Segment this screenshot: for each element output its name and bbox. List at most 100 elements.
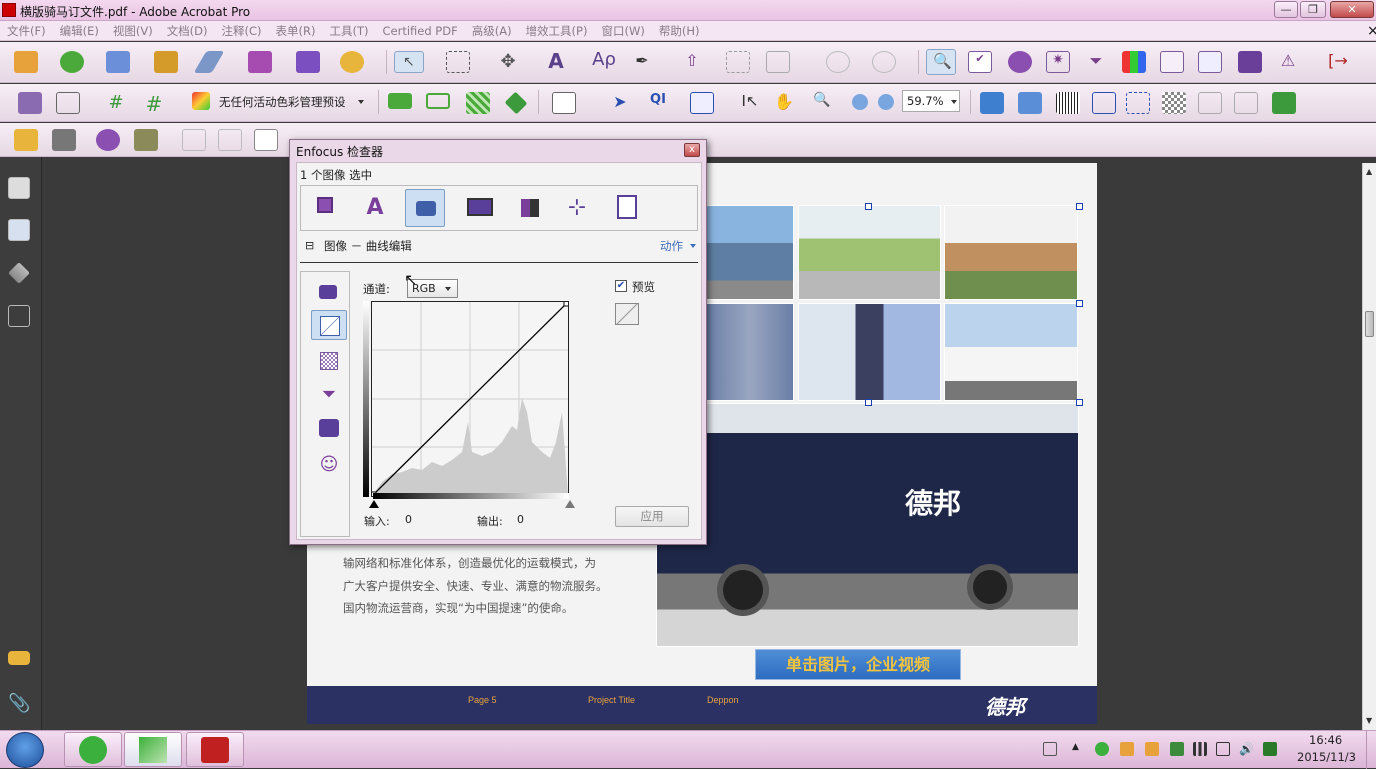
comment-icon[interactable]	[340, 51, 364, 73]
color-separation-icon[interactable]	[1122, 51, 1146, 73]
exit-icon[interactable]: [→	[1326, 51, 1350, 73]
menu-comments[interactable]: 注释(C)	[215, 21, 269, 41]
selection-handle[interactable]	[865, 203, 872, 210]
reset-curve-icon[interactable]	[615, 303, 639, 325]
zoom-chevron-icon[interactable]	[951, 100, 957, 104]
halftone-icon[interactable]	[311, 346, 347, 376]
mask-icon[interactable]: ☺	[311, 450, 347, 480]
print-icon[interactable]	[52, 129, 76, 151]
video-link-button[interactable]: 单击图片，企业视频	[755, 649, 961, 680]
tray-app-icon[interactable]	[1095, 742, 1109, 756]
pages-icon[interactable]	[8, 177, 30, 199]
tab-display-icon[interactable]	[459, 189, 499, 227]
layers-icon[interactable]	[504, 91, 528, 115]
layers-panel-icon[interactable]	[8, 262, 30, 284]
export-image-icon[interactable]	[1272, 92, 1296, 114]
selection-handle[interactable]	[1076, 399, 1083, 406]
signal-icon[interactable]	[1193, 742, 1207, 756]
pin-icon[interactable]: ⇧	[680, 51, 704, 73]
selection-handle[interactable]	[865, 399, 872, 406]
email-icon[interactable]	[254, 129, 278, 151]
share-icon[interactable]	[96, 129, 120, 151]
menu-certified-pdf[interactable]: Certified PDF	[376, 22, 465, 40]
black-point-slider[interactable]	[369, 500, 379, 508]
crop-icon[interactable]	[726, 51, 750, 73]
photo-trucks-fleet[interactable]	[944, 303, 1078, 401]
photo-call-center[interactable]	[798, 303, 941, 401]
start-button[interactable]	[6, 732, 44, 768]
undo-icon[interactable]	[826, 51, 850, 73]
menu-plugins[interactable]: 增效工具(P)	[519, 21, 595, 41]
volume-icon[interactable]: 🔊	[1239, 742, 1254, 756]
marquee-select-icon[interactable]	[446, 51, 470, 73]
grid-icon[interactable]: #	[142, 92, 166, 116]
comments-panel-icon[interactable]	[8, 651, 30, 665]
settings-gear-icon[interactable]: ✷	[1046, 51, 1070, 73]
action-chevron-icon[interactable]	[690, 244, 696, 248]
photo-truck[interactable]: 德邦	[656, 403, 1079, 647]
pointer-icon[interactable]: ➤	[608, 92, 632, 114]
edit-form-icon[interactable]	[690, 92, 714, 114]
bookmarks-icon[interactable]	[8, 219, 30, 241]
zoom-in-icon[interactable]	[878, 94, 894, 110]
close-button[interactable]: ✕	[1330, 1, 1374, 18]
vertical-scrollbar[interactable]: ▲ ▼	[1362, 163, 1376, 730]
tray-app-3-icon[interactable]	[1145, 742, 1159, 756]
tab-document-icon[interactable]	[607, 189, 647, 227]
fit-frame-icon[interactable]	[1126, 92, 1150, 114]
photo-office-building[interactable]	[706, 205, 794, 300]
attach-doc-icon[interactable]	[134, 129, 158, 151]
show-desktop-button[interactable]	[1366, 731, 1376, 769]
image-filter-icon[interactable]: ⏷	[311, 380, 347, 410]
export-icon[interactable]	[106, 51, 130, 73]
dialog-close-button[interactable]: x	[684, 143, 700, 157]
envelope-icon[interactable]	[426, 93, 450, 109]
document-close-icon[interactable]: ×	[1360, 21, 1376, 41]
move-icon[interactable]: ✥	[496, 51, 520, 73]
review-icon[interactable]	[296, 51, 320, 73]
text-font-icon[interactable]: Aρ	[592, 49, 616, 71]
menu-window[interactable]: 窗口(W)	[594, 21, 651, 41]
shield-icon[interactable]	[1263, 742, 1277, 756]
pattern-icon[interactable]	[466, 92, 490, 114]
selection-handle[interactable]	[1076, 300, 1083, 307]
maximize-button[interactable]: ❐	[1300, 1, 1326, 18]
menu-view[interactable]: 视图(V)	[106, 21, 160, 41]
clock-date[interactable]: 2015/11/3	[1297, 750, 1356, 764]
open-folder-icon[interactable]	[14, 129, 38, 151]
send-icon[interactable]	[1018, 92, 1042, 114]
menu-file[interactable]: 文件(F)	[0, 21, 53, 41]
menu-edit[interactable]: 编辑(E)	[53, 21, 106, 41]
camera-icon[interactable]	[1238, 51, 1262, 73]
curve-graph[interactable]	[371, 301, 569, 497]
preview-checkbox[interactable]: ✔	[615, 280, 627, 292]
qi-icon[interactable]: QI	[644, 92, 672, 114]
print-preview-icon[interactable]	[1160, 51, 1184, 73]
tools-icon[interactable]	[980, 92, 1004, 114]
clock-time[interactable]: 16:46	[1309, 733, 1342, 747]
transparency-icon[interactable]	[1162, 92, 1186, 114]
globe-icon[interactable]	[1008, 51, 1032, 73]
redo-icon[interactable]	[872, 51, 896, 73]
barcode-icon[interactable]	[1056, 92, 1080, 114]
tab-position-icon[interactable]: ⊹	[557, 189, 597, 227]
photo-staff-team[interactable]	[706, 303, 794, 401]
tab-image-icon[interactable]	[405, 189, 445, 227]
hand-icon[interactable]: ✋	[772, 92, 796, 114]
page-boxes-icon[interactable]	[1198, 51, 1222, 73]
action-menu[interactable]: 动作	[660, 238, 683, 254]
tab-object-icon[interactable]	[305, 189, 345, 227]
text-touchup-icon[interactable]: A	[544, 49, 568, 73]
taskbar-app-refresh[interactable]	[64, 732, 122, 767]
tray-expand-icon[interactable]: ▲	[1072, 742, 1086, 756]
secure-lock-icon[interactable]	[154, 51, 178, 73]
warning-icon[interactable]: ⚠	[1276, 51, 1300, 73]
menu-document[interactable]: 文档(D)	[160, 21, 215, 41]
comment-bubble-icon[interactable]	[388, 93, 412, 109]
document-edit-icon[interactable]	[18, 92, 42, 114]
scroll-thumb[interactable]	[1365, 311, 1374, 337]
create-pdf-icon[interactable]	[14, 51, 38, 73]
white-point-slider[interactable]	[565, 500, 575, 508]
taskbar-app-camtasia[interactable]	[124, 732, 182, 767]
attachments-paperclip-icon[interactable]: 📎	[8, 693, 30, 715]
